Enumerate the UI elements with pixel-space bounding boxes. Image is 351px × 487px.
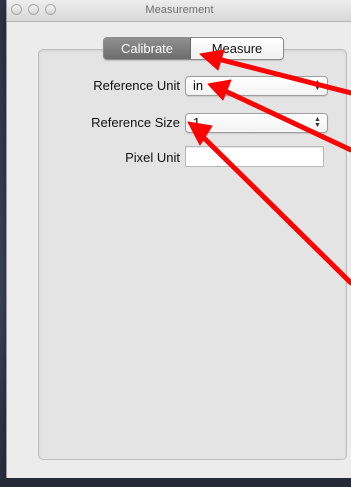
pixel-unit-field[interactable] — [185, 146, 324, 167]
measurement-window: Measurement Calibrate Measure Reference … — [6, 0, 351, 478]
reference-size-value: 1 — [193, 115, 201, 130]
tab-measure[interactable]: Measure — [191, 38, 283, 59]
reference-size-label: Reference Size — [91, 115, 180, 130]
tab-bar: Calibrate Measure — [103, 37, 284, 60]
window-title: Measurement — [145, 4, 214, 16]
reference-unit-value: in — [193, 78, 204, 93]
reference-unit-popup[interactable]: in ▲ ▼ — [185, 76, 328, 96]
tab-panel — [38, 49, 347, 460]
desktop-background-strip — [0, 478, 351, 487]
screenshot-stage: Measurement Calibrate Measure Reference … — [0, 0, 351, 487]
tab-calibrate[interactable]: Calibrate — [104, 38, 191, 59]
pixel-unit-label: Pixel Unit — [125, 150, 180, 165]
up-down-chevron-icon: ▲ ▼ — [314, 116, 321, 129]
up-down-chevron-icon: ▲ ▼ — [314, 79, 321, 92]
reference-unit-label: Reference Unit — [93, 78, 180, 93]
reference-size-combo[interactable]: 1 ▲ ▼ — [185, 113, 328, 133]
title-bar[interactable]: Measurement — [7, 0, 351, 22]
